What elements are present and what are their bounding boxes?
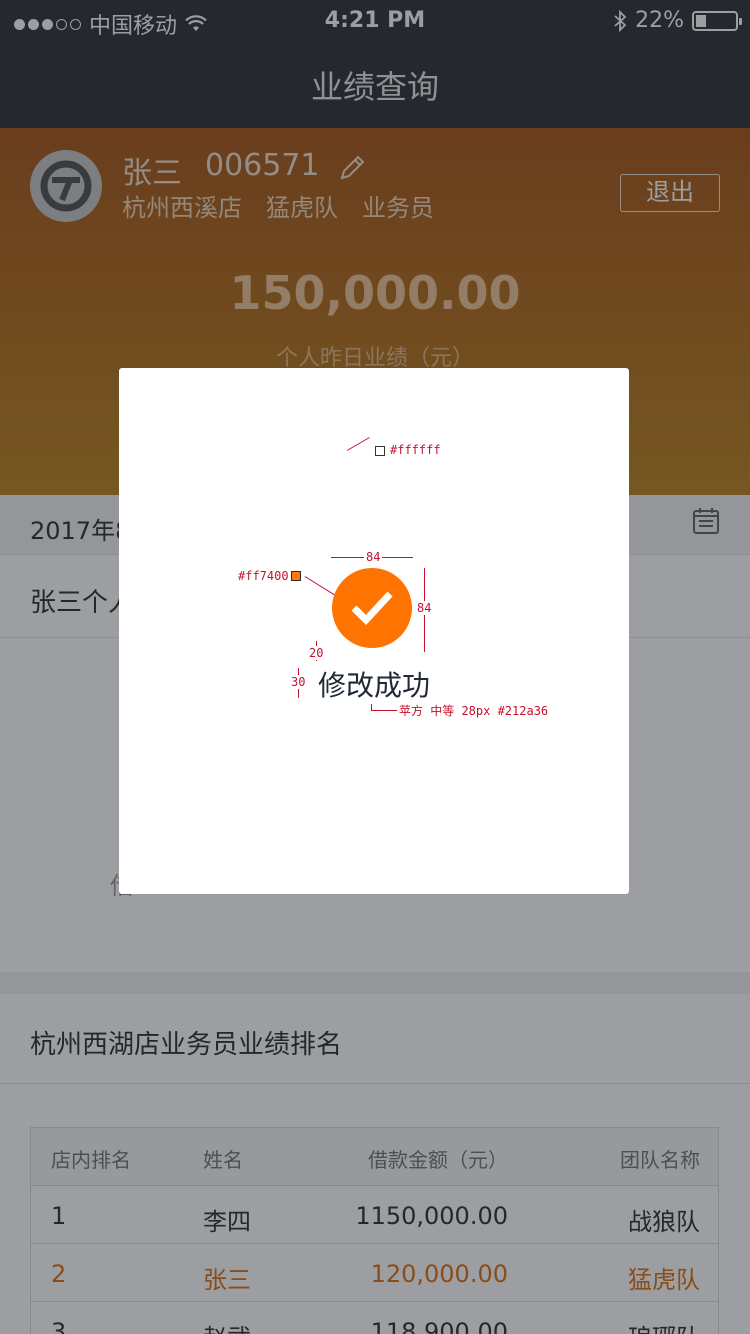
success-dialog: #ffffff 84 84 #ff7400 20 30 修改成功 苹方 中等 2… [119,368,629,894]
annotation-width: 84 [364,550,383,564]
annotation-gap: 20 [309,646,324,660]
annotation-white: #ffffff [390,443,441,457]
orange-swatch [291,571,301,581]
annotation-orange: #ff7400 [238,569,289,583]
white-swatch [375,446,385,456]
annotation-leader [346,437,370,451]
success-message: 修改成功 [317,669,430,702]
success-check-icon [332,568,412,648]
annotation-height: 84 [417,601,432,615]
annotation-leader [371,710,397,711]
annotation-font: 苹方 中等 28px #212a36 [399,704,549,718]
